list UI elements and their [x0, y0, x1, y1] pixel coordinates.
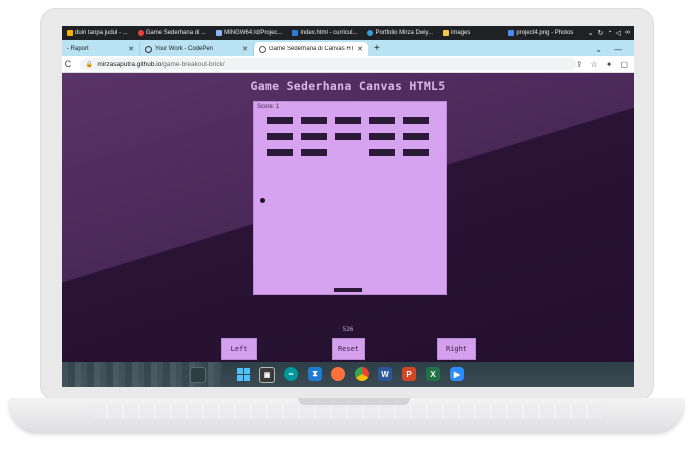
tab-bar: - Raport ✕ Your Work - CodePen ✕ Game Se… [62, 40, 634, 56]
arduino-icon[interactable]: ∞ [284, 367, 298, 381]
window-controls: ⌄ — [595, 42, 634, 56]
windows-icon[interactable] [236, 367, 250, 381]
score-text: Score: 1 [257, 104, 280, 110]
tab-game[interactable]: Game Sederhana di Canvas HTML ✕ [254, 42, 368, 56]
game-canvas[interactable]: Score: 1 [253, 101, 447, 295]
brick [301, 133, 327, 140]
brick [369, 117, 395, 124]
toolbar-icons: ⇪ ☆ ✦ ▢ [576, 60, 634, 69]
browser-toolbar: C 🔒 mirzasaputra.github.io/game-breakout… [62, 56, 634, 73]
star-icon[interactable]: ☆ [591, 60, 598, 69]
close-icon[interactable]: ✕ [357, 45, 363, 53]
paddle [334, 288, 362, 292]
widgets-icon[interactable] [190, 367, 206, 383]
right-button[interactable]: Right [437, 338, 476, 360]
globe-icon [259, 45, 266, 53]
laptop-keys [92, 405, 602, 419]
bookmark-item[interactable]: images [438, 26, 475, 40]
photos-icon [508, 30, 515, 36]
brick [267, 117, 293, 124]
brick [301, 149, 327, 156]
bookmark-item[interactable]: project4.png - Photos [503, 26, 578, 40]
address-bar[interactable]: 🔒 mirzasaputra.github.io/game-breakout-b… [79, 58, 576, 70]
close-icon[interactable]: ✕ [242, 45, 248, 53]
word-icon[interactable]: W [378, 367, 392, 381]
minimize-icon[interactable]: — [614, 45, 622, 54]
bookmark-item[interactable]: Portfolio Mirza Dwiy... [362, 26, 438, 40]
left-button[interactable]: Left [221, 338, 257, 360]
web-page: Game Sederhana Canvas HTML5 Score: 1 526… [62, 73, 634, 362]
tab-search-icon[interactable]: ⌄ [595, 45, 602, 54]
ball [260, 198, 265, 203]
terminal-icon[interactable]: ▣ [259, 367, 275, 383]
chevron-down-icon[interactable]: ⌄ [588, 29, 594, 37]
git-icon [216, 30, 223, 36]
system-tray: ⌄ ↻ ◔ ◁ ∞ [588, 29, 634, 37]
share-icon[interactable]: ⇪ [576, 60, 583, 69]
brick [335, 117, 361, 124]
vscode-icon [292, 30, 299, 36]
bookmark-item[interactable]: index.html - curricul... [287, 26, 362, 40]
tab-raport[interactable]: - Raport ✕ [62, 42, 140, 56]
reset-button[interactable]: Reset [332, 338, 365, 360]
close-icon[interactable]: ✕ [128, 45, 134, 53]
trackpad-notch [298, 398, 410, 405]
page-title: Game Sederhana Canvas HTML5 [250, 79, 446, 93]
brick [301, 117, 327, 124]
new-tab-button[interactable]: + [368, 42, 386, 56]
laptop-screen: duin tanpa judul - ... Game Sederhana di… [62, 26, 634, 387]
chrome-icon[interactable] [355, 367, 369, 381]
bookmarks-bar: duin tanpa judul - ... Game Sederhana di… [62, 26, 634, 40]
doc-icon [67, 30, 73, 36]
taskbar: ▣ ∞ ⧗ W P X ▶ [62, 362, 634, 387]
brick [369, 133, 395, 140]
codepen-icon [145, 45, 152, 53]
chrome-icon [137, 30, 144, 36]
volume-icon[interactable]: ◁ [616, 29, 621, 37]
brick [267, 133, 293, 140]
excel-icon[interactable]: X [426, 367, 440, 381]
brick [335, 133, 361, 140]
lock-icon[interactable]: 🔒 [86, 61, 93, 68]
folder-icon [443, 30, 450, 36]
tab-codepen[interactable]: Your Work - CodePen ✕ [140, 42, 254, 56]
edge-icon [367, 30, 374, 36]
wifi-icon[interactable]: ◔ [607, 29, 611, 37]
vscode-icon[interactable]: ⧗ [308, 367, 322, 381]
sidebar-icon[interactable]: ▢ [620, 60, 628, 69]
brick [369, 149, 395, 156]
powerpoint-icon[interactable]: P [402, 367, 416, 381]
brick [403, 149, 429, 156]
zoom-icon[interactable]: ▶ [450, 367, 464, 381]
brick [403, 133, 429, 140]
reload-icon[interactable]: C [62, 59, 74, 69]
bookmark-item[interactable]: duin tanpa judul - ... [62, 26, 133, 40]
counter-text: 526 [342, 326, 354, 333]
brick [403, 117, 429, 124]
sync-icon[interactable]: ↻ [598, 29, 604, 37]
brick [267, 149, 293, 156]
extensions-icon[interactable]: ✦ [606, 60, 613, 69]
link-icon[interactable]: ∞ [625, 29, 630, 37]
firefox-icon[interactable] [331, 367, 345, 381]
bookmark-item[interactable]: Game Sederhana di ... [133, 26, 211, 40]
bookmark-item[interactable]: MINGW64:/d/Projec... [211, 26, 287, 40]
